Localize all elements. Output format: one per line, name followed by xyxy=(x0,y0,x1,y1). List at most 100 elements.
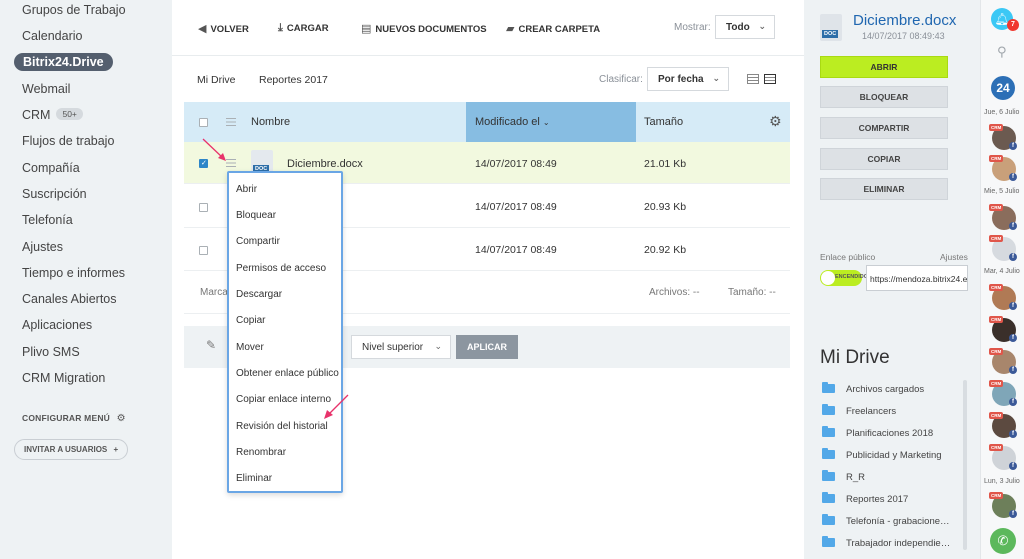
share-button[interactable]: COMPARTIR xyxy=(820,117,948,139)
menu-item-move[interactable]: Mover xyxy=(236,342,264,353)
facebook-icon: f xyxy=(1009,366,1017,374)
menu-item-open[interactable]: Abrir xyxy=(236,184,257,195)
folder-item[interactable]: R_R xyxy=(822,470,865,483)
file-title[interactable]: Diciembre.docx xyxy=(853,12,956,29)
sidebar-item-crm-migration[interactable]: CRM Migration xyxy=(22,371,105,385)
file-modified: 14/07/2017 08:49 xyxy=(475,201,557,213)
level-select[interactable]: Nivel superior ⌄ xyxy=(351,335,451,359)
sidebar-item-crm[interactable]: CRM 50+ xyxy=(22,108,83,122)
show-filter-select[interactable]: Todo ⌄ xyxy=(715,15,775,39)
sidebar-item-workflows[interactable]: Flujos de trabajo xyxy=(22,134,114,148)
day-label: Lun, 3 Julio xyxy=(984,478,1020,485)
copy-button[interactable]: COPIAR xyxy=(820,148,948,170)
folder-icon xyxy=(822,470,835,481)
menu-item-share[interactable]: Compartir xyxy=(236,236,280,247)
menu-icon[interactable] xyxy=(226,118,236,126)
folder-item[interactable]: Trabajador independie… xyxy=(822,536,950,549)
menu-item-lock[interactable]: Bloquear xyxy=(236,210,276,221)
menu-item-public-link[interactable]: Obtener enlace público xyxy=(236,368,339,379)
file-details-panel: DOC Diciembre.docx 14/07/2017 08:49:43 A… xyxy=(804,0,980,559)
folder-item[interactable]: Planificaciones 2018 xyxy=(822,426,933,439)
crm-tag: CRM xyxy=(989,348,1004,355)
menu-item-permissions[interactable]: Permisos de acceso xyxy=(236,263,326,274)
lock-button[interactable]: BLOQUEAR xyxy=(820,86,948,108)
file-name[interactable]: Diciembre.docx xyxy=(287,158,363,170)
folder-icon xyxy=(822,426,835,437)
sort-select[interactable]: Por fecha ⌄ xyxy=(647,67,729,91)
row-checkbox[interactable] xyxy=(199,159,208,168)
column-name[interactable]: Nombre xyxy=(251,116,290,128)
folder-list-scrollbar[interactable] xyxy=(963,380,967,550)
pencil-icon[interactable]: ✎ xyxy=(206,338,216,352)
crm-tag: CRM xyxy=(989,492,1004,499)
folder-item[interactable]: Archivos cargados xyxy=(822,382,925,395)
folder-icon xyxy=(822,536,835,547)
delete-button[interactable]: ELIMINAR xyxy=(820,178,948,200)
doc-icon-label: DOC xyxy=(822,30,839,38)
row-checkbox[interactable] xyxy=(199,203,208,212)
public-link-label: Enlace público xyxy=(820,252,876,262)
public-link-field[interactable]: https://mendoza.bitrix24.es xyxy=(866,265,968,291)
configure-menu-button[interactable]: CONFIGURAR MENÚ ⚙ xyxy=(22,413,126,424)
sidebar-item-plivo-sms[interactable]: Plivo SMS xyxy=(22,345,80,359)
upload-button[interactable]: ⤓ CARGAR xyxy=(278,22,329,35)
sidebar-item-time-reports[interactable]: Tiempo e informes xyxy=(22,266,125,280)
sidebar-item-drive[interactable]: Bitrix24.Drive xyxy=(14,53,113,71)
menu-item-internal-link[interactable]: Copiar enlace interno xyxy=(236,394,331,405)
sidebar-item-open-channels[interactable]: Canales Abiertos xyxy=(22,292,117,306)
chevron-down-icon: ⌄ xyxy=(712,73,720,83)
menu-item-delete[interactable]: Eliminar xyxy=(236,473,272,484)
menu-item-history[interactable]: Revisión del historial xyxy=(236,421,328,432)
column-size[interactable]: Tamaño xyxy=(644,116,683,128)
create-folder-label: CREAR CARPETA xyxy=(518,24,601,35)
sidebar-item-applications[interactable]: Aplicaciones xyxy=(22,318,92,332)
new-documents-button[interactable]: ▤ NUEVOS DOCUMENTOS xyxy=(361,22,487,35)
bitrix24-logo-icon[interactable]: 24 xyxy=(991,76,1015,100)
search-icon[interactable]: ⚲ xyxy=(997,44,1007,60)
folder-item[interactable]: Reportes 2017 xyxy=(822,492,908,505)
folder-label: Archivos cargados xyxy=(846,384,925,395)
crm-tag: CRM xyxy=(989,380,1004,387)
apply-button[interactable]: APLICAR xyxy=(456,335,518,359)
sidebar-item-company[interactable]: Compañía xyxy=(22,161,80,175)
row-checkbox[interactable] xyxy=(199,246,208,255)
sidebar-item-subscription[interactable]: Suscripción xyxy=(22,187,87,201)
sidebar-item-telephony[interactable]: Telefonía xyxy=(22,213,73,227)
folder-item[interactable]: Telefonía - grabacione… xyxy=(822,514,950,527)
breadcrumb-root[interactable]: Mi Drive xyxy=(197,74,236,86)
list-view-icon[interactable] xyxy=(747,74,759,84)
crm-tag: CRM xyxy=(989,155,1004,162)
crm-count-badge: 50+ xyxy=(56,108,83,120)
create-folder-button[interactable]: ▰ CREAR CARPETA xyxy=(506,22,600,35)
folder-item[interactable]: Publicidad y Marketing xyxy=(822,448,942,461)
invite-users-button[interactable]: INVITAR A USUARIOS + xyxy=(14,439,129,460)
activity-strip: 🔔︎ 7 ⚲ 24 Jue, 6 Julio CRM f CRM f Mie, … xyxy=(980,0,1024,559)
settings-link[interactable]: Ajustes xyxy=(940,252,968,262)
gear-icon[interactable]: ⚙ xyxy=(769,113,782,130)
phone-icon[interactable]: ✆ xyxy=(990,528,1016,554)
crm-tag: CRM xyxy=(989,316,1004,323)
menu-item-rename[interactable]: Renombrar xyxy=(236,447,286,458)
row-menu-icon[interactable] xyxy=(226,159,236,167)
marked-label: Marca xyxy=(200,287,228,298)
select-all-checkbox[interactable] xyxy=(199,118,208,127)
sidebar-item-workgroups[interactable]: Grupos de Trabajo xyxy=(22,3,126,17)
menu-item-copy[interactable]: Copiar xyxy=(236,315,265,326)
public-link-toggle[interactable]: ENCENDIDO xyxy=(820,270,868,286)
sidebar-item-webmail[interactable]: Webmail xyxy=(22,82,70,96)
sidebar-item-settings[interactable]: Ajustes xyxy=(22,240,63,254)
column-modified[interactable]: Modificado el ⌄ xyxy=(475,116,550,128)
breadcrumb-current[interactable]: Reportes 2017 xyxy=(259,74,328,86)
column-modified-label: Modificado el xyxy=(475,116,540,128)
crm-tag: CRM xyxy=(989,412,1004,419)
folder-item[interactable]: Freelancers xyxy=(822,404,896,417)
detail-view-icon[interactable] xyxy=(764,74,776,84)
open-button[interactable]: ABRIR xyxy=(820,56,948,78)
sidebar-item-calendar[interactable]: Calendario xyxy=(22,29,82,43)
menu-item-download[interactable]: Descargar xyxy=(236,289,282,300)
back-label: VOLVER xyxy=(210,24,249,35)
folder-label: Publicidad y Marketing xyxy=(846,450,942,461)
sidebar-item-label: CRM xyxy=(22,108,51,122)
back-button[interactable]: ◀ VOLVER xyxy=(198,22,249,35)
upload-label: CARGAR xyxy=(286,23,329,34)
